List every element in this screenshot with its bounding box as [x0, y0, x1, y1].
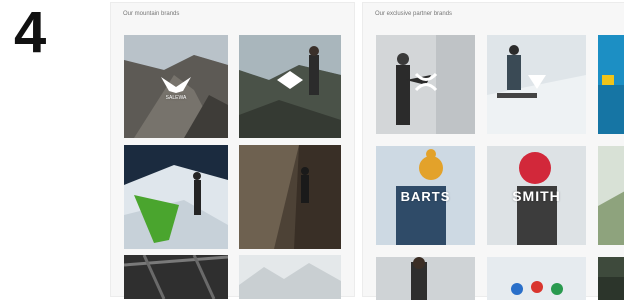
brand-tile-mountain-6[interactable] [239, 255, 341, 299]
brand-tile-salewa[interactable]: SALEWA [124, 35, 228, 138]
brand-tile-partner-8[interactable] [487, 257, 586, 300]
brand-tile-label: SMITH [512, 188, 561, 204]
tile-photo-climber [239, 145, 341, 249]
brand-tile-partner-3[interactable] [598, 35, 624, 134]
tile-photo-structure [124, 255, 228, 299]
tile-photo-skiers [487, 257, 586, 300]
partner-brands-title: Our exclusive partner brands [375, 11, 453, 17]
brand-logo-icon [527, 75, 546, 89]
brand-tile-barts[interactable]: BARTS [376, 146, 475, 245]
under-armour-logo-icon [414, 73, 437, 91]
mountain-brands-title: Our mountain brands [123, 11, 180, 17]
brand-tile-pomoca[interactable] [124, 145, 228, 249]
brand-tile-partner-9[interactable] [598, 257, 624, 300]
brand-tile-wild-country[interactable] [239, 145, 341, 249]
brand-tile-dynafit[interactable] [239, 35, 341, 138]
brand-tile-partner-2[interactable] [487, 35, 586, 134]
tile-photo-forest [598, 257, 624, 300]
brand-tile-label: BARTS [400, 189, 451, 204]
mountain-brands-panel: Our mountain brands SALEWA [110, 2, 355, 299]
tile-photo-ski-touring [124, 145, 228, 249]
step-number: 4 [14, 0, 47, 65]
tile-photo-runner [376, 257, 475, 300]
brand-tile-mountain-5[interactable] [124, 255, 228, 299]
tile-photo-water [598, 35, 624, 134]
brand-tile-label: SALEWA [165, 95, 187, 101]
brand-tile-smith[interactable]: SMITH [487, 146, 586, 245]
snow-leopard-logo-icon [277, 71, 303, 89]
partner-brands-panel: Our exclusive partner brands BARTS SMITH [362, 2, 624, 300]
brand-tile-partner-7[interactable] [376, 257, 475, 300]
brand-tile-partner-6[interactable] [598, 146, 624, 245]
brand-tile-under-armour[interactable] [376, 35, 475, 134]
tile-photo-snowy-peaks [239, 255, 341, 299]
eagle-logo-icon [161, 77, 191, 93]
tile-photo-landscape [598, 146, 624, 245]
